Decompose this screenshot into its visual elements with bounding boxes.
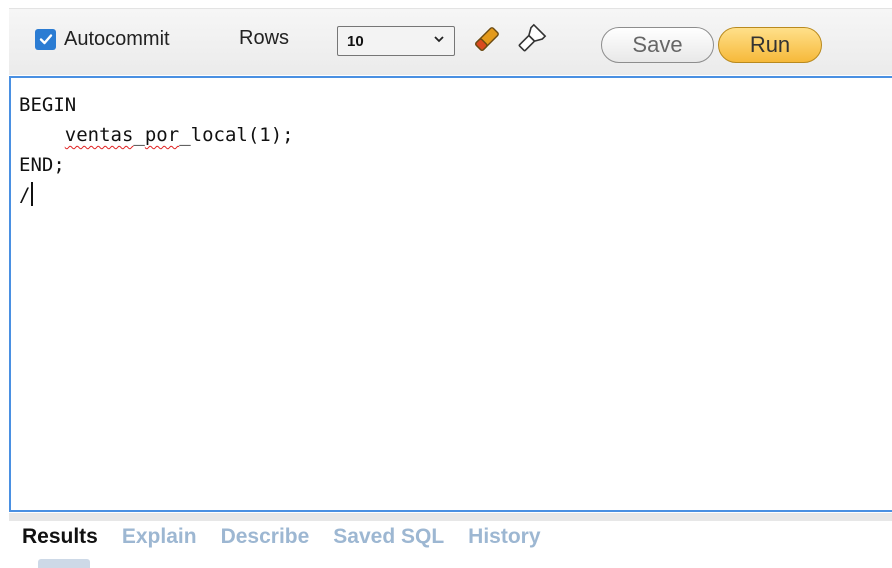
code-line: ventas_por_local(1); [19, 120, 294, 150]
code-area[interactable]: BEGIN ventas_por_local(1); END; / [19, 90, 294, 210]
rows-select[interactable]: 10 [337, 26, 455, 56]
sql-editor[interactable]: BEGIN ventas_por_local(1); END; / [9, 76, 892, 512]
autocommit-toggle[interactable]: Autocommit [35, 27, 170, 51]
check-icon [39, 34, 52, 45]
eraser-icon[interactable] [471, 23, 503, 55]
code-text: / [19, 184, 31, 206]
autocommit-label: Autocommit [64, 27, 170, 50]
active-tab-indicator [38, 559, 90, 568]
pane-divider[interactable] [9, 513, 892, 521]
code-token: _local(1); [179, 124, 294, 146]
autocommit-checkbox[interactable] [35, 28, 56, 50]
spellcheck-word: por [144, 124, 180, 146]
tab-saved-sql[interactable]: Saved SQL [333, 525, 444, 549]
tab-history[interactable]: History [468, 525, 540, 549]
code-line: / [19, 180, 294, 210]
run-button[interactable]: Run [718, 27, 822, 63]
tab-explain[interactable]: Explain [122, 525, 197, 549]
rows-select-value: 10 [347, 32, 364, 50]
results-tabs: Results Explain Describe Saved SQL Histo… [22, 525, 541, 549]
code-token: _ [133, 124, 145, 146]
flashlight-icon[interactable] [515, 23, 547, 55]
chevron-down-icon [434, 36, 444, 43]
code-line: END; [19, 154, 65, 176]
spellcheck-word: ventas [64, 124, 134, 146]
text-caret [31, 182, 34, 206]
code-line: BEGIN [19, 94, 77, 116]
save-button[interactable]: Save [601, 27, 714, 63]
tab-results[interactable]: Results [22, 525, 98, 549]
rows-label: Rows [239, 27, 290, 49]
toolbar: Autocommit Rows 10 Save Run [9, 8, 892, 75]
tab-describe[interactable]: Describe [221, 525, 310, 549]
